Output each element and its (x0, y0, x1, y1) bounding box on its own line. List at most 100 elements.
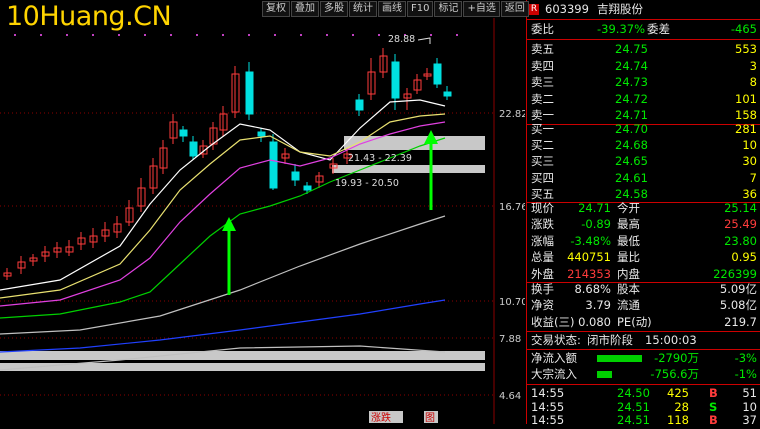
period-marker (118, 34, 120, 36)
zhangdie-badge: 涨跌 (371, 411, 391, 424)
ask-volume: 101 (735, 91, 757, 106)
bid-label: 买一 (531, 122, 554, 136)
candle-body (291, 171, 300, 181)
candle-body (245, 71, 254, 115)
bid-volume: 30 (742, 154, 757, 169)
quote-row: 涨幅 -3.48% 最低 23.80 (527, 233, 760, 250)
period-marker (66, 34, 68, 36)
fund-value: 8.68% (574, 282, 611, 296)
bid-row: 买四 24.61 7 (527, 170, 760, 187)
period-marker (352, 34, 354, 36)
fund-row: 换手 8.68% 股本 5.09亿 (527, 281, 760, 298)
candle-body (269, 141, 278, 189)
period-marker (92, 34, 94, 36)
fund-label: 收益(三) (531, 314, 575, 329)
fund-row: 收益(三) 0.080 PE(动) 219.7 (527, 314, 760, 331)
overlay-button[interactable]: 叠加 (291, 1, 319, 17)
bid-volume: 7 (749, 170, 757, 185)
fund-value2: 5.09亿 (719, 282, 757, 296)
quote-row: 总量 440751 量比 0.95 (527, 249, 760, 266)
mark-button[interactable]: 标记 (434, 1, 463, 17)
fund-value: 3.79 (585, 298, 611, 313)
candle-body (355, 99, 364, 111)
back-button[interactable]: 返回 (500, 1, 529, 17)
tu-badge: 图 (425, 412, 435, 424)
fund-label: 净资 (531, 298, 554, 313)
period-marker (144, 34, 146, 36)
f10-button[interactable]: F10 (407, 1, 434, 17)
period-marker (170, 34, 172, 36)
bid-volume: 10 (742, 138, 757, 153)
quote-panel: R 603399 吉翔股份 委比 -39.37% 委差 -465 交易状态: 闭… (526, 0, 760, 427)
ask-row: 卖二 24.72 101 (527, 91, 760, 108)
ma120-line (0, 299, 446, 353)
gap-label-1: 21.43 - 22.39 (348, 153, 412, 164)
weicha-label: 委差 (647, 22, 670, 36)
quote-label2: 最高 (617, 217, 640, 232)
flow-pct: -3% (734, 351, 757, 365)
weibi-row: 委比 -39.37% 委差 -465 (527, 21, 760, 38)
tick-row: 14:55 24.51 118 B 37 (527, 412, 760, 429)
weibi-value: -39.37% (597, 22, 645, 36)
bid-row: 买三 24.65 30 (527, 153, 760, 170)
tick-side: B (709, 413, 718, 427)
bid-volume: 281 (735, 122, 757, 136)
candle-body (391, 61, 400, 99)
r-badge: R (529, 4, 539, 15)
flow-row: 净流入额 -2790万 -3% (527, 350, 760, 367)
kline-chart[interactable]: 22.82 16.76 10.70 7.88 4.64 28.88 21.43 - 22.3… (0, 18, 528, 424)
quote-value: -0.89 (581, 217, 611, 232)
trade-status-value: 闭市阶段 (587, 333, 633, 347)
ask-label: 卖四 (531, 58, 554, 73)
ma60-line (0, 215, 446, 335)
ask-price: 24.74 (615, 58, 648, 73)
quote-value2: 23.80 (724, 233, 757, 248)
candle-body (303, 185, 312, 191)
bid-price: 24.65 (615, 154, 648, 169)
trade-status-row: 交易状态: 闭市阶段 15:00:03 (527, 332, 760, 349)
tick-price: 24.51 (617, 413, 650, 427)
ask-volume: 3 (749, 58, 757, 73)
period-marker (14, 34, 16, 36)
statistics-button[interactable]: 统计 (349, 1, 377, 17)
quote-label: 总量 (531, 250, 554, 265)
weibi-label: 委比 (531, 22, 554, 36)
high-price-label: 28.88 (388, 34, 415, 45)
multi-stock-button[interactable]: 多股 (320, 1, 348, 17)
bid-label: 买二 (531, 138, 554, 153)
period-marker (196, 34, 198, 36)
period-marker (456, 34, 458, 36)
period-marker (274, 34, 276, 36)
bid-row: 买二 24.68 10 (527, 137, 760, 154)
quote-label: 现价 (531, 201, 554, 215)
bid-row: 买一 24.70 281 (527, 121, 760, 138)
draw-line-button[interactable]: 画线 (378, 1, 406, 17)
ask-row: 卖五 24.75 553 (527, 41, 760, 58)
price-axis-label: 7.88 (499, 334, 521, 345)
flow-pct: -1% (734, 367, 757, 381)
weicha-value: -465 (730, 22, 757, 36)
flow-bar (597, 371, 612, 378)
add-watchlist-button[interactable]: +自选 (463, 1, 500, 17)
stock-code: 603399 (545, 2, 589, 16)
stock-name: 吉翔股份 (597, 2, 643, 16)
restore-rights-button[interactable]: 复权 (262, 1, 290, 17)
trade-status-time: 15:00:03 (645, 333, 697, 347)
candle-body (257, 131, 266, 137)
bid-price: 24.70 (615, 122, 648, 136)
period-marker (40, 34, 42, 36)
high-price-pointer (417, 37, 431, 44)
tick-count: 37 (742, 413, 757, 427)
price-axis-label: 22.82 (499, 109, 525, 120)
quote-label2: 量比 (617, 250, 640, 265)
flow-label: 大宗流入 (531, 367, 577, 381)
ask-price: 24.72 (615, 91, 648, 106)
bid-price: 24.68 (615, 138, 648, 153)
quote-value: 440751 (567, 250, 611, 265)
quote-value: 24.71 (578, 201, 611, 215)
ask-volume: 553 (735, 42, 757, 56)
ask-price: 24.73 (615, 75, 648, 90)
chart-toolbar: 复权 叠加 多股 统计 画线 F10 标记 +自选 返回 (262, 1, 530, 17)
kline-chart-area[interactable]: 22.82 16.76 10.70 7.88 4.64 28.88 21.43 - 22.3… (0, 18, 528, 424)
quote-label2: 今开 (617, 201, 640, 215)
